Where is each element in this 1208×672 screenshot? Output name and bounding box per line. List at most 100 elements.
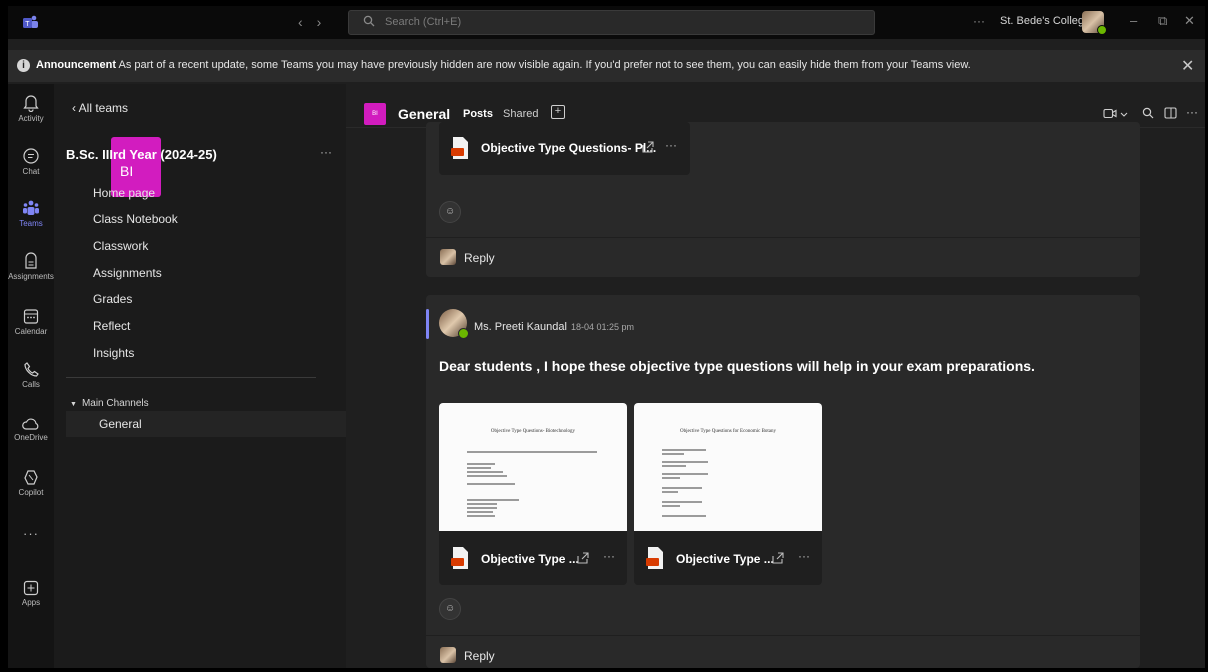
link-class-notebook[interactable]: Class Notebook <box>93 212 178 226</box>
rail-calls[interactable]: Calls <box>8 361 54 389</box>
chat-icon <box>23 148 39 164</box>
share-icon[interactable] <box>771 552 784 564</box>
rail-label: Activity <box>18 114 44 123</box>
search-placeholder: Search (Ctrl+E) <box>385 16 462 28</box>
rail-chat[interactable]: Chat <box>8 147 54 176</box>
file-more-button[interactable]: ··· <box>665 138 677 152</box>
close-window-button[interactable]: ✕ <box>1184 13 1195 29</box>
channel-more-button[interactable]: ··· <box>1186 105 1198 119</box>
author-avatar[interactable] <box>439 309 469 339</box>
announcement-text: Announcement As part of a recent update,… <box>36 59 971 71</box>
team-more-button[interactable]: ··· <box>320 145 332 159</box>
channel-name: General <box>398 106 451 122</box>
link-reflect[interactable]: Reflect <box>93 319 130 333</box>
link-home-page[interactable]: Home page <box>93 186 155 200</box>
add-reaction-button[interactable]: ☺ <box>439 201 461 223</box>
emoji-icon: ☺ <box>445 603 456 614</box>
nav-arrows[interactable]: ‹› <box>298 14 335 30</box>
main-channels-label: Main Channels <box>81 398 149 409</box>
author-name[interactable]: Ms. Preeti Kaundal <box>474 321 567 333</box>
minimize-button[interactable]: – <box>1130 13 1137 28</box>
reply-label[interactable]: Reply <box>464 251 495 265</box>
video-call-icon[interactable] <box>1103 108 1117 119</box>
more-options-button[interactable]: ··· <box>973 14 985 28</box>
rail-assignments[interactable]: Assignments <box>8 252 54 281</box>
copilot-icon <box>24 470 38 485</box>
post-card: Ms. Preeti Kaundal 18-04 01:25 pm Dear s… <box>426 295 1140 668</box>
presence-available-icon <box>1097 25 1107 35</box>
add-apps-icon <box>23 580 39 596</box>
announcement-body: As part of a recent update, some Teams y… <box>116 59 971 71</box>
channel-general[interactable]: General <box>66 411 346 437</box>
reply-label[interactable]: Reply <box>464 649 495 663</box>
phone-icon <box>24 362 39 377</box>
open-panel-icon[interactable] <box>1164 107 1177 119</box>
team-name[interactable]: B.Sc. IIIrd Year (2024-25) <box>66 147 217 162</box>
share-icon[interactable] <box>641 141 654 153</box>
emoji-icon: ☺ <box>445 206 456 217</box>
search-box[interactable]: Search (Ctrl+E) <box>348 10 875 35</box>
share-icon[interactable] <box>576 552 589 564</box>
link-insights[interactable]: Insights <box>93 346 134 360</box>
post-message: Dear students , I hope these objective t… <box>439 358 1035 374</box>
post-card: Objective Type Questions- Pl... ··· ☺ Re… <box>426 122 1140 277</box>
link-classwork[interactable]: Classwork <box>93 239 148 253</box>
reply-bar[interactable]: Reply <box>426 635 1140 668</box>
pdf-file-icon <box>646 547 663 569</box>
add-tab-button[interactable]: + <box>551 105 565 119</box>
team-panel: ‹ All teams BI <box>54 84 346 668</box>
chevron-down-icon[interactable] <box>1120 112 1128 117</box>
title-bar: T ‹› Search (Ctrl+E) ··· St. Bede's Coll… <box>8 6 1205 39</box>
new-post-indicator <box>426 309 429 339</box>
search-icon[interactable] <box>1142 107 1154 119</box>
main-channels-header[interactable]: ▼ Main Channels <box>70 398 149 409</box>
rail-label: Calls <box>22 380 40 389</box>
rail-label: Copilot <box>18 488 44 497</box>
announcement-banner: i Announcement As part of a recent updat… <box>8 50 1205 82</box>
link-assignments[interactable]: Assignments <box>93 266 162 280</box>
channel-label: General <box>99 417 142 431</box>
file-card[interactable]: Objective Type Questions- Biotechnology … <box>439 403 627 585</box>
team-initials: BI <box>120 163 134 179</box>
rail-activity[interactable]: Activity <box>8 94 54 123</box>
file-card[interactable]: Objective Type Questions for Economic Bo… <box>634 403 822 585</box>
link-grades[interactable]: Grades <box>93 292 132 306</box>
presence-available-icon <box>458 328 469 339</box>
rail-apps[interactable]: Apps <box>8 580 54 607</box>
thumbnail-title: Objective Type Questions- Biotechnology <box>490 429 576 434</box>
rail-calendar[interactable]: Calendar <box>8 308 54 336</box>
organization-name[interactable]: St. Bede's College <box>1000 15 1090 27</box>
panel-divider <box>66 377 316 378</box>
rail-onedrive[interactable]: OneDrive <box>8 417 54 442</box>
bell-icon <box>23 95 39 112</box>
file-more-button[interactable]: ··· <box>798 549 810 563</box>
file-name[interactable]: Objective Type ... <box>481 552 579 566</box>
teams-logo-icon: T <box>23 15 38 28</box>
file-attachment[interactable]: Objective Type Questions- Pl... ··· <box>439 122 690 175</box>
add-reaction-button[interactable]: ☺ <box>439 598 461 620</box>
all-teams-button[interactable]: ‹ All teams <box>72 101 128 115</box>
rail-copilot[interactable]: Copilot <box>8 469 54 497</box>
more-apps-button[interactable]: ··· <box>8 526 54 541</box>
rail-teams[interactable]: Teams <box>8 199 54 228</box>
search-icon <box>363 15 375 27</box>
tab-shared[interactable]: Shared <box>503 108 538 120</box>
channel-team-avatar: BI <box>364 103 386 125</box>
svg-text:T: T <box>25 21 30 28</box>
pdf-file-icon <box>451 137 468 159</box>
user-avatar <box>440 249 456 265</box>
file-name[interactable]: Objective Type Questions- Pl... <box>481 141 656 155</box>
tab-posts[interactable]: Posts <box>463 108 493 120</box>
caret-down-icon: ▼ <box>70 401 77 408</box>
restore-button[interactable]: ⧉ <box>1158 13 1167 29</box>
file-name[interactable]: Objective Type ... <box>676 552 774 566</box>
cloud-icon <box>22 418 39 430</box>
file-more-button[interactable]: ··· <box>603 549 615 563</box>
profile-avatar[interactable] <box>1082 11 1107 35</box>
rail-label: OneDrive <box>14 433 48 442</box>
close-announcement-button[interactable]: ✕ <box>1181 56 1194 76</box>
reply-bar[interactable]: Reply <box>426 237 1140 278</box>
rail-label: Chat <box>22 167 40 176</box>
rail-label: Apps <box>21 598 41 607</box>
assignments-icon <box>25 252 37 269</box>
